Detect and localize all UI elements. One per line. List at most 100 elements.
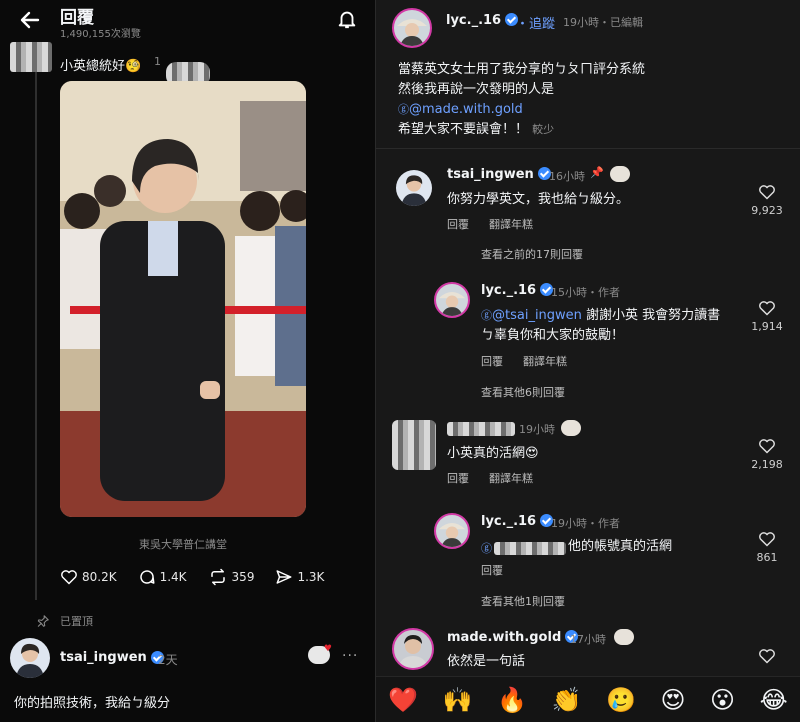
comment-username[interactable]: tsai_ingwen	[447, 167, 551, 182]
post-actions: 80.2K 1.4K 359 1.3K	[60, 567, 345, 587]
tsai-avatar[interactable]	[10, 638, 50, 678]
share-button[interactable]: 1.3K	[275, 568, 324, 586]
reply-button[interactable]: 回覆	[447, 216, 469, 232]
nested-meta: 15小時・作者	[551, 286, 620, 299]
nested-text: ⓖ@tsai_ingwen 謝謝小英 我會努力讀書 ㄅ辜負你和大家的鼓勵！	[481, 306, 720, 346]
nested-text-rest: 謝謝小英 我會努力讀書	[581, 308, 721, 323]
nested-username-text: lyc._.16	[481, 283, 537, 298]
reaction-sticker-icon	[614, 629, 634, 645]
comment-meta: 19小時	[519, 423, 555, 436]
avatar-illustration	[438, 292, 466, 316]
blurred-avatar	[392, 420, 436, 470]
pin-icon: 📌	[590, 166, 604, 179]
reaction-sticker-icon	[610, 166, 630, 182]
view-count: 1,490,155次瀏覽	[60, 29, 141, 40]
thread-line	[35, 60, 37, 600]
mention-icon: ⓖ	[481, 542, 492, 555]
reply-button[interactable]: 回覆	[481, 353, 503, 369]
section-divider	[376, 148, 800, 149]
photo-caption: 東吳大學普仁講堂	[139, 538, 227, 551]
translate-button[interactable]: 翻譯年糕	[489, 216, 533, 232]
nested-text-line2: ㄅ辜負你和大家的鼓勵！	[481, 328, 625, 343]
pin-icon	[37, 615, 49, 627]
emoji-tear-smile-button[interactable]: 🥲	[606, 688, 636, 712]
heart-icon	[61, 570, 77, 585]
comment-like[interactable]: 1,914	[745, 300, 789, 333]
comment-like-count: 2,198	[751, 458, 783, 471]
mention-text: @tsai_ingwen	[492, 308, 582, 323]
comment-like[interactable]	[745, 648, 789, 668]
comment-icon	[139, 570, 155, 584]
comment-button[interactable]: 1.4K	[138, 568, 187, 586]
avatar-illustration	[16, 643, 44, 678]
comment-like[interactable]: 861	[745, 531, 789, 564]
pinned-text: 已置頂	[60, 615, 93, 628]
comment-like[interactable]: 2,198	[745, 438, 789, 471]
post-line-1: 當蔡英文女士用了我分享的ㄅㄆㄇ評分系統	[398, 62, 646, 77]
reaction-sticker-icon	[561, 420, 581, 436]
show-less-button[interactable]: 較少	[532, 123, 554, 136]
repost-button[interactable]: 359	[208, 568, 255, 586]
translate-button[interactable]: 翻譯年糕	[523, 353, 567, 369]
comment-username-text: tsai_ingwen	[447, 167, 534, 182]
emoji-heart-button[interactable]: ❤️	[388, 688, 418, 712]
comment-text: 你努力學英文，我也給ㄅ級分。	[447, 192, 630, 207]
post-body: 當蔡英文女士用了我分享的ㄅㄆㄇ評分系統 然後我再說一次發明的人是 ⓖ@made.…	[398, 60, 645, 140]
emoji-fire-button[interactable]: 🔥	[497, 688, 527, 712]
nested-avatar-lyc[interactable]	[434, 513, 470, 549]
nested-avatar-lyc[interactable]	[434, 282, 470, 318]
emoji-raised-hands-button[interactable]: 🙌	[443, 688, 473, 712]
view-other-replies[interactable]: 查看其他1則回覆	[481, 593, 565, 609]
follow-button[interactable]: ・追蹤	[516, 13, 555, 32]
comment-meta: 17小時	[570, 633, 606, 646]
avatar-illustration	[401, 175, 427, 206]
avatar-illustration	[438, 523, 466, 547]
comment-meta: 16小時	[549, 170, 585, 183]
emoji-heart-eyes-button[interactable]: 😍	[660, 688, 685, 712]
comment-username[interactable]: made.with.gold	[447, 630, 579, 645]
reply-username[interactable]: tsai_ingwen	[60, 650, 164, 665]
reply-button[interactable]: 回覆	[447, 470, 469, 486]
emoji-clap-button[interactable]: 👏	[552, 688, 582, 712]
post-line-2: 然後我再說一次發明的人是	[398, 82, 555, 97]
comment-count: 1.4K	[159, 570, 187, 584]
more-options-icon[interactable]: ···	[342, 648, 358, 664]
post-line-last: 希望大家不要誤會！！	[398, 122, 529, 137]
heart-icon	[759, 185, 775, 200]
back-arrow-icon[interactable]	[18, 8, 42, 32]
post-username-text: lyc._.16	[446, 13, 502, 28]
post-mention-link[interactable]: ⓖ@made.with.gold	[398, 100, 645, 120]
post-mention-text: @made.with.gold	[409, 102, 523, 117]
share-count: 1.3K	[297, 570, 325, 584]
comment-avatar-tsai[interactable]	[396, 170, 432, 206]
comment-like-count: 9,923	[751, 204, 783, 217]
nested-username[interactable]: lyc._.16	[481, 283, 554, 298]
emoji-laugh-button[interactable]: 😂	[760, 688, 788, 712]
nested-username-text: lyc._.16	[481, 514, 537, 529]
parent-post-text: 小英總統好🧐	[60, 59, 142, 74]
heart-icon	[759, 301, 775, 316]
thread-panel: 回覆 1,490,155次瀏覽 小英總統好🧐 1 東吳大學普仁講堂 80.2K	[0, 0, 375, 722]
reply-button[interactable]: 回覆	[481, 562, 503, 578]
post-username[interactable]: lyc._.16	[446, 13, 519, 28]
bell-icon[interactable]	[336, 8, 358, 30]
repost-count: 359	[231, 570, 255, 584]
comment-like-count: 1,914	[751, 320, 783, 333]
comment-text: 小英真的活網😍	[447, 446, 539, 461]
nested-meta: 19小時・作者	[551, 517, 620, 530]
translate-button[interactable]: 翻譯年糕	[489, 470, 533, 486]
post-photo[interactable]	[60, 81, 306, 517]
comment-like[interactable]: 9,923	[745, 184, 789, 217]
comment-text: 依然是一句話	[447, 654, 526, 669]
mention-link[interactable]: ⓖ@tsai_ingwen	[481, 308, 582, 323]
nested-username[interactable]: lyc._.16	[481, 514, 554, 529]
like-count: 80.2K	[82, 570, 117, 584]
comment-avatar-made-with-gold[interactable]	[392, 628, 434, 670]
view-previous-replies[interactable]: 查看之前的17則回覆	[481, 246, 583, 262]
lyc-avatar[interactable]	[392, 8, 432, 48]
view-other-replies[interactable]: 查看其他6則回覆	[481, 384, 565, 400]
like-button[interactable]: 80.2K	[60, 569, 117, 585]
comments-panel: lyc._.16 ・追蹤 19小時・已編輯 當蔡英文女士用了我分享的ㄅㄆㄇ評分系…	[376, 0, 800, 722]
emoji-surprised-button[interactable]: 😮	[710, 688, 735, 712]
emoji-reaction-bar: ❤️ 🙌 🔥 👏 🥲 😍 😮 😂	[376, 676, 800, 722]
